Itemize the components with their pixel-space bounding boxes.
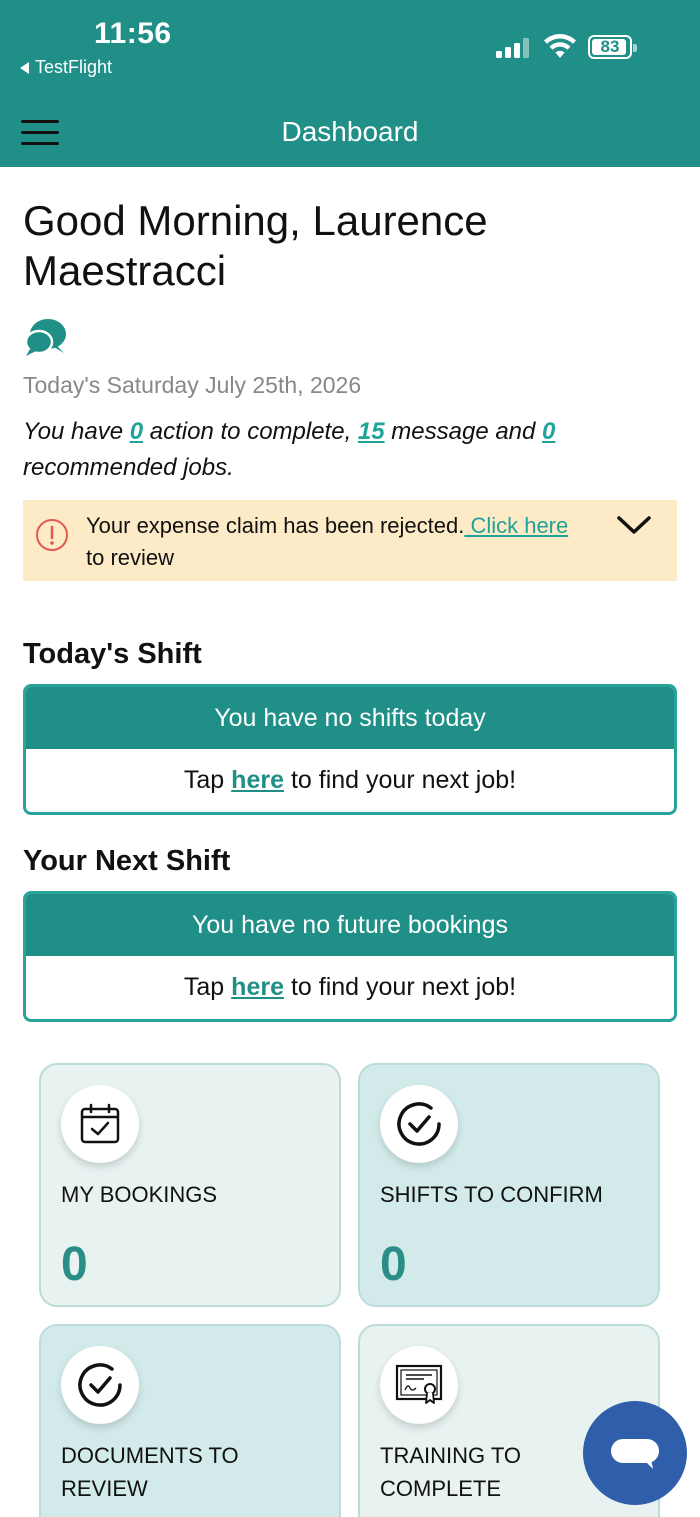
jobs-count-link[interactable]: 0 (542, 418, 555, 445)
todays-shift-card: You have no shifts today Tap here to fin… (23, 684, 677, 815)
status-time: 11:56 (94, 17, 172, 50)
alert-click-here-link[interactable]: Click here (464, 513, 568, 538)
today-date: Today's Saturday July 25th, 2026 (23, 372, 362, 398)
tile-shifts-to-confirm[interactable]: SHIFTS TO CONFIRM 0 (358, 1063, 660, 1307)
tile-count: 0 (61, 1238, 88, 1291)
tile-label: SHIFTS TO CONFIRM (380, 1182, 603, 1207)
find-job-link-next[interactable]: here (231, 973, 284, 1002)
back-to-testflight[interactable]: TestFlight (20, 57, 112, 78)
battery-level: 83 (600, 37, 620, 56)
alert-message: Your expense claim has been rejected. Cl… (86, 513, 569, 570)
wifi-icon (544, 34, 576, 58)
expense-alert-banner: Your expense claim has been rejected. Cl… (23, 500, 677, 581)
todays-shift-body: Tap here to find your next job! (183, 766, 517, 795)
check-circle-icon (397, 1102, 441, 1146)
calendar-check-icon (80, 1103, 120, 1144)
tile-documents-to-review[interactable]: DOCUMENTS TO REVIEW (39, 1324, 341, 1517)
next-shift-heading: Your Next Shift (23, 845, 231, 877)
chat-fab-button[interactable] (583, 1401, 687, 1505)
app-header: 11:56 TestFlight 83 Dashboard (0, 0, 700, 167)
info-icon (36, 519, 68, 551)
find-job-link-today[interactable]: here (231, 766, 284, 795)
todays-shift-banner: You have no shifts today (26, 687, 674, 749)
tile-label: DOCUMENTS TO REVIEW (61, 1443, 239, 1501)
battery-indicator: 83 (588, 35, 637, 59)
page-title: Dashboard (281, 116, 419, 147)
tile-label: MY BOOKINGS (61, 1182, 218, 1207)
back-arrow-icon (20, 61, 29, 74)
next-shift-banner: You have no future bookings (26, 894, 674, 956)
greeting-heading: Good Morning, Laurence Maestracci (23, 197, 488, 294)
signal-icon (496, 38, 532, 58)
tile-count: 0 (380, 1238, 407, 1291)
tile-my-bookings[interactable]: MY BOOKINGS 0 (39, 1063, 341, 1307)
todays-shift-heading: Today's Shift (23, 638, 202, 670)
actions-count-link[interactable]: 0 (130, 418, 143, 445)
chat-icon (611, 1439, 659, 1469)
summary-text: You have 0 action to complete, 15 messag… (23, 418, 556, 481)
messages-count-link[interactable]: 15 (358, 418, 385, 445)
chevron-down-icon[interactable] (616, 513, 652, 537)
next-shift-card: You have no future bookings Tap here to … (23, 891, 677, 1022)
chat-bubbles-icon[interactable] (24, 316, 68, 358)
next-shift-body: Tap here to find your next job! (183, 973, 517, 1002)
check-circle-icon (78, 1363, 122, 1407)
certificate-icon (395, 1364, 443, 1404)
back-app-label: TestFlight (35, 57, 113, 77)
